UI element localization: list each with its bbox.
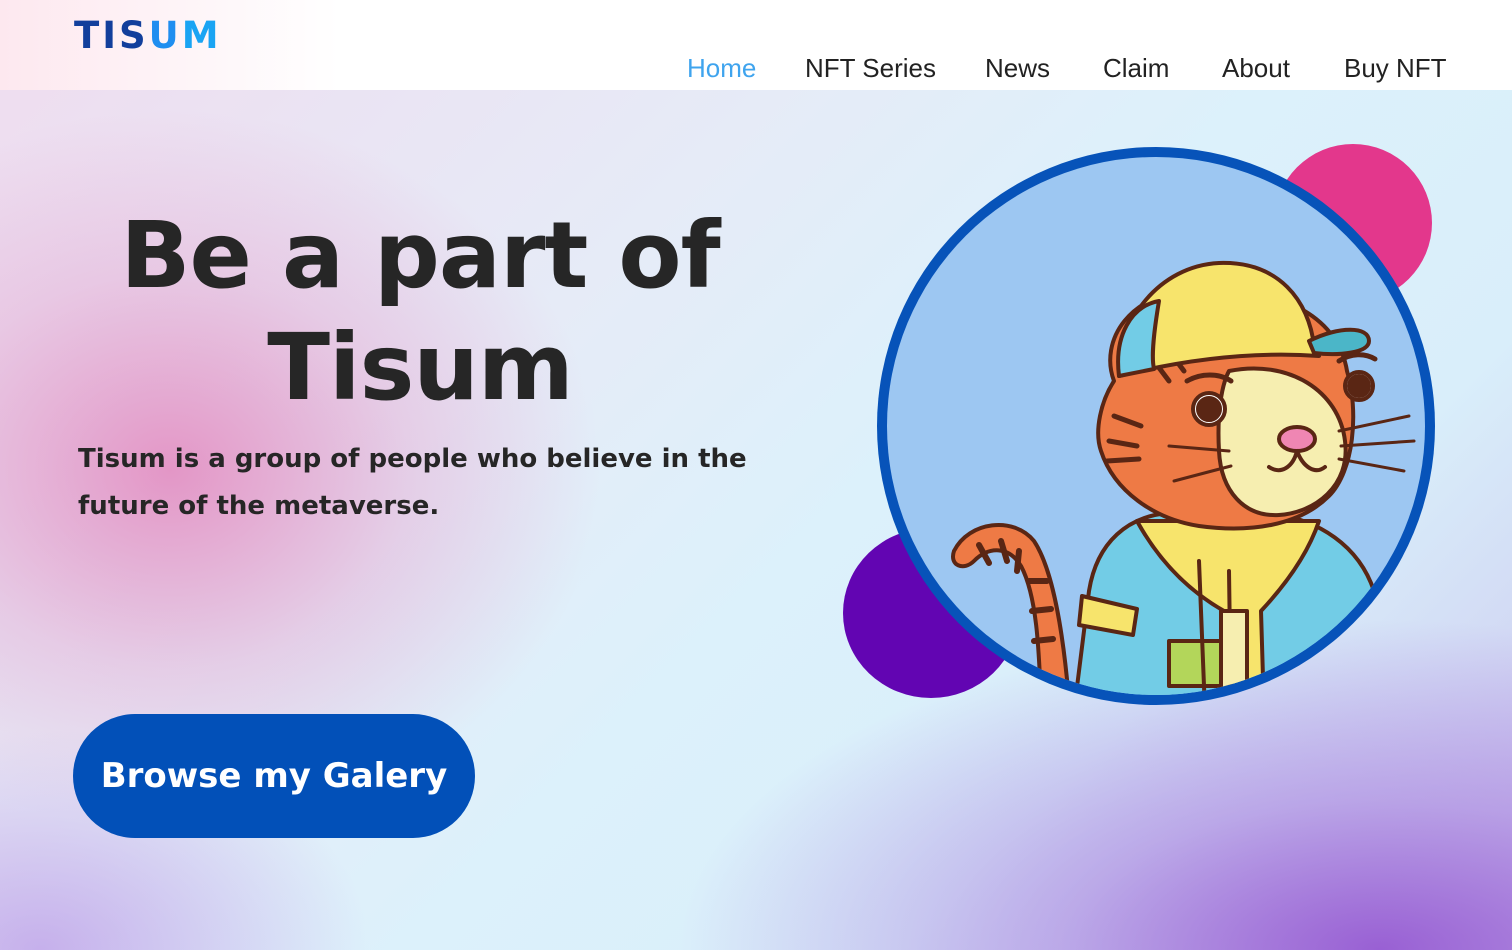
nav-link-nft-series[interactable]: NFT Series xyxy=(805,52,936,84)
nav-link-about[interactable]: About xyxy=(1222,52,1290,84)
nav-link-news[interactable]: News xyxy=(985,52,1050,84)
hero-description-line-1: Tisum is a group of people who believe i… xyxy=(78,444,747,474)
hero-title-line-2: Tisum xyxy=(267,314,573,421)
hero-title-line-1: Be a part of xyxy=(120,202,720,309)
logo-text-part2: U xyxy=(148,14,182,57)
hero-description-line-2: future of the metaverse. xyxy=(78,491,440,521)
browse-gallery-button[interactable]: Browse my Galery xyxy=(73,714,475,838)
top-navigation-bar: TISUM Home NFT Series News Claim About B… xyxy=(0,0,1512,90)
tiger-avatar-illustration xyxy=(877,147,1435,705)
main-nav: Home NFT Series News Claim About Buy NFT xyxy=(0,52,1512,86)
nav-link-home[interactable]: Home xyxy=(687,52,756,84)
logo-text-part1: TIS xyxy=(74,14,149,57)
logo-text-part3: M xyxy=(181,14,222,57)
nav-link-buy-nft[interactable]: Buy NFT xyxy=(1344,52,1447,84)
nav-link-claim[interactable]: Claim xyxy=(1103,52,1169,84)
hero-description: Tisum is a group of people who believe i… xyxy=(78,436,798,530)
hero-title: Be a part of Tisum xyxy=(60,200,780,424)
